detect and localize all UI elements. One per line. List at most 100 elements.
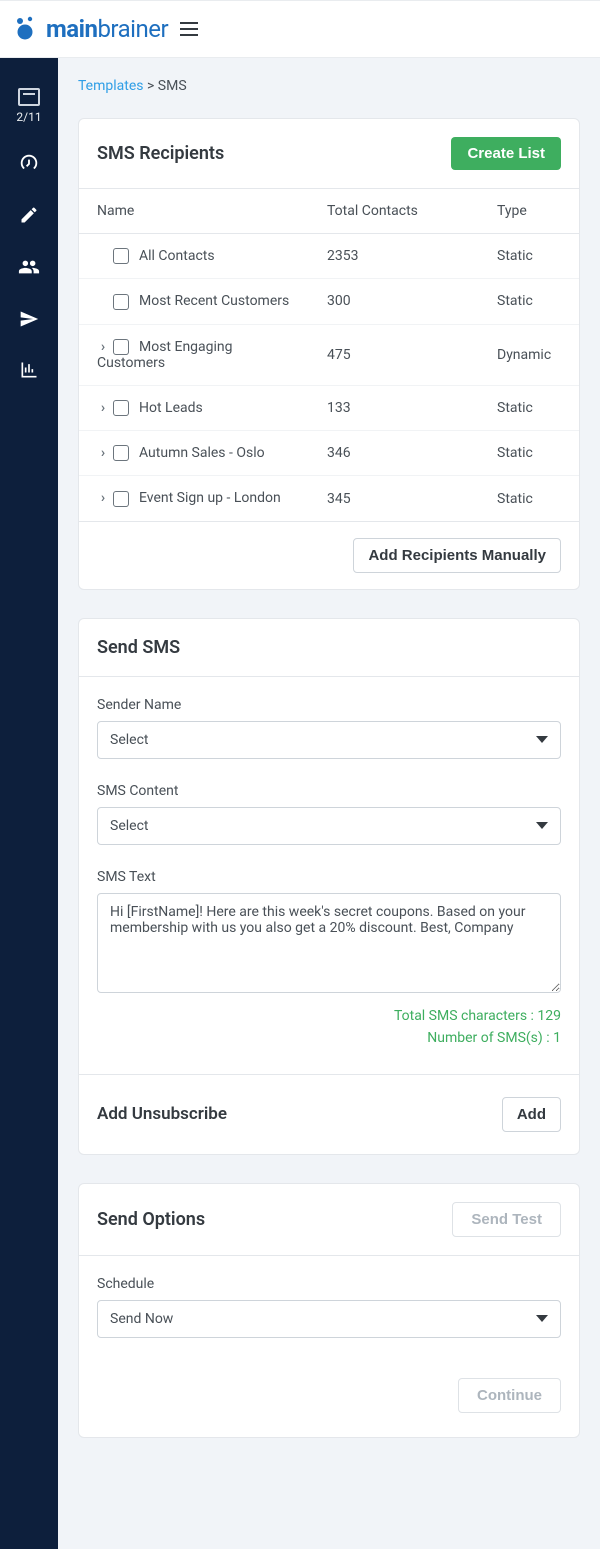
col-type: Type <box>479 189 579 234</box>
pencil-icon <box>19 205 39 225</box>
table-row: › Hot Leads 133Static <box>79 385 579 430</box>
cell-type: Dynamic <box>479 324 579 385</box>
row-name: All Contacts <box>139 248 215 264</box>
row-checkbox[interactable] <box>113 294 129 310</box>
nav-dashboard[interactable] <box>0 152 58 177</box>
content-label: SMS Content <box>97 783 561 799</box>
breadcrumb: Templates > SMS <box>78 78 580 94</box>
recipients-title: SMS Recipients <box>97 143 224 164</box>
table-row: All Contacts 2353Static <box>79 234 579 279</box>
content-select[interactable]: Select <box>97 807 561 845</box>
col-name: Name <box>79 189 309 234</box>
unsubscribe-title: Add Unsubscribe <box>97 1104 227 1124</box>
recipients-header: SMS Recipients Create List <box>79 119 579 188</box>
cell-type: Static <box>479 385 579 430</box>
nav-stats[interactable] <box>0 360 58 383</box>
chevron-right-icon[interactable]: › <box>97 339 109 355</box>
nav-send[interactable] <box>0 309 58 332</box>
schedule-value: Send Now <box>110 1311 173 1327</box>
menu-icon[interactable] <box>180 22 198 36</box>
chevron-right-icon[interactable]: › <box>97 400 109 416</box>
chars-value: 129 <box>537 1008 561 1024</box>
unsubscribe-row: Add Unsubscribe Add <box>79 1074 579 1154</box>
add-unsubscribe-button[interactable]: Add <box>502 1097 561 1132</box>
sms-stats: Total SMS characters : 129 Number of SMS… <box>97 1005 561 1050</box>
chars-label: Total SMS characters : <box>394 1008 537 1024</box>
cell-total: 475 <box>309 324 479 385</box>
cell-total: 300 <box>309 279 479 324</box>
sender-value: Select <box>110 732 148 748</box>
send-options-body: Schedule Send Now Continue <box>79 1255 579 1437</box>
sender-select[interactable]: Select <box>97 721 561 759</box>
col-total: Total Contacts <box>309 189 479 234</box>
chevron-right-icon[interactable]: › <box>97 490 109 506</box>
caret-down-icon <box>536 822 548 829</box>
text-label: SMS Text <box>97 869 561 885</box>
continue-button[interactable]: Continue <box>458 1378 561 1413</box>
progress-icon <box>18 88 40 106</box>
breadcrumb-current: SMS <box>158 78 187 94</box>
breadcrumb-link[interactable]: Templates <box>78 78 144 94</box>
send-options-header: Send Options Send Test <box>79 1184 579 1255</box>
table-row: › Autumn Sales - Oslo 346Static <box>79 431 579 476</box>
row-checkbox[interactable] <box>113 400 129 416</box>
caret-down-icon <box>536 1315 548 1322</box>
left-nav: 2/11 <box>0 58 58 1549</box>
gauge-icon <box>18 152 40 174</box>
cell-name: ›Most Engaging Customers <box>79 324 309 385</box>
logo-text: mainbrainer <box>46 15 168 43</box>
cell-total: 2353 <box>309 234 479 279</box>
create-list-button[interactable]: Create List <box>451 137 561 170</box>
cell-total: 345 <box>309 476 479 521</box>
row-name: Hot Leads <box>139 400 203 416</box>
send-options-card: Send Options Send Test Schedule Send Now… <box>78 1183 580 1438</box>
table-row: Most Recent Customers300Static <box>79 279 579 324</box>
count-value: 1 <box>553 1030 561 1046</box>
chevron-right-icon[interactable]: › <box>97 445 109 461</box>
cell-type: Static <box>479 234 579 279</box>
row-checkbox[interactable] <box>113 248 129 264</box>
row-name: Autumn Sales - Oslo <box>139 445 265 461</box>
row-checkbox[interactable] <box>113 339 129 355</box>
cell-name: › Hot Leads <box>79 385 309 430</box>
row-checkbox[interactable] <box>113 491 129 507</box>
main-content: Templates > SMS SMS Recipients Create Li… <box>58 58 600 1506</box>
content-value: Select <box>110 818 148 834</box>
send-sms-form: Sender Name Select SMS Content Select SM… <box>79 676 579 1074</box>
logo-icon <box>12 15 40 43</box>
users-icon <box>18 256 40 278</box>
nav-progress[interactable]: 2/11 <box>0 88 58 124</box>
breadcrumb-sep: > <box>144 78 158 94</box>
recipients-card: SMS Recipients Create List Name Total Co… <box>78 118 580 590</box>
cell-name: All Contacts <box>79 234 309 279</box>
recipients-footer: Add Recipients Manually <box>79 522 579 589</box>
progress-label: 2/11 <box>0 110 58 124</box>
topbar: mainbrainer <box>0 0 600 58</box>
row-checkbox[interactable] <box>113 445 129 461</box>
row-name: Most Recent Customers <box>139 293 289 309</box>
cell-name: › Autumn Sales - Oslo <box>79 431 309 476</box>
nav-edit[interactable] <box>0 205 58 228</box>
cell-total: 346 <box>309 431 479 476</box>
cell-name: Most Recent Customers <box>79 279 309 324</box>
paper-plane-icon <box>19 309 39 329</box>
send-options-title: Send Options <box>97 1209 205 1230</box>
row-name: Event Sign up - London <box>139 490 281 506</box>
cell-name: › Event Sign up - London <box>79 476 309 521</box>
logo: mainbrainer <box>12 15 168 43</box>
sms-textarea[interactable] <box>97 893 561 993</box>
send-sms-header: Send SMS <box>79 619 579 676</box>
nav-users[interactable] <box>0 256 58 281</box>
count-label: Number of SMS(s) : <box>427 1030 553 1046</box>
caret-down-icon <box>536 736 548 743</box>
chart-icon <box>19 360 39 380</box>
cell-type: Static <box>479 431 579 476</box>
cell-type: Static <box>479 476 579 521</box>
schedule-select[interactable]: Send Now <box>97 1300 561 1338</box>
cell-total: 133 <box>309 385 479 430</box>
table-row: ›Most Engaging Customers475Dynamic <box>79 324 579 385</box>
add-recipients-button[interactable]: Add Recipients Manually <box>353 538 561 573</box>
table-row: › Event Sign up - London 345Static <box>79 476 579 521</box>
send-test-button[interactable]: Send Test <box>452 1202 561 1237</box>
send-sms-title: Send SMS <box>97 637 180 658</box>
